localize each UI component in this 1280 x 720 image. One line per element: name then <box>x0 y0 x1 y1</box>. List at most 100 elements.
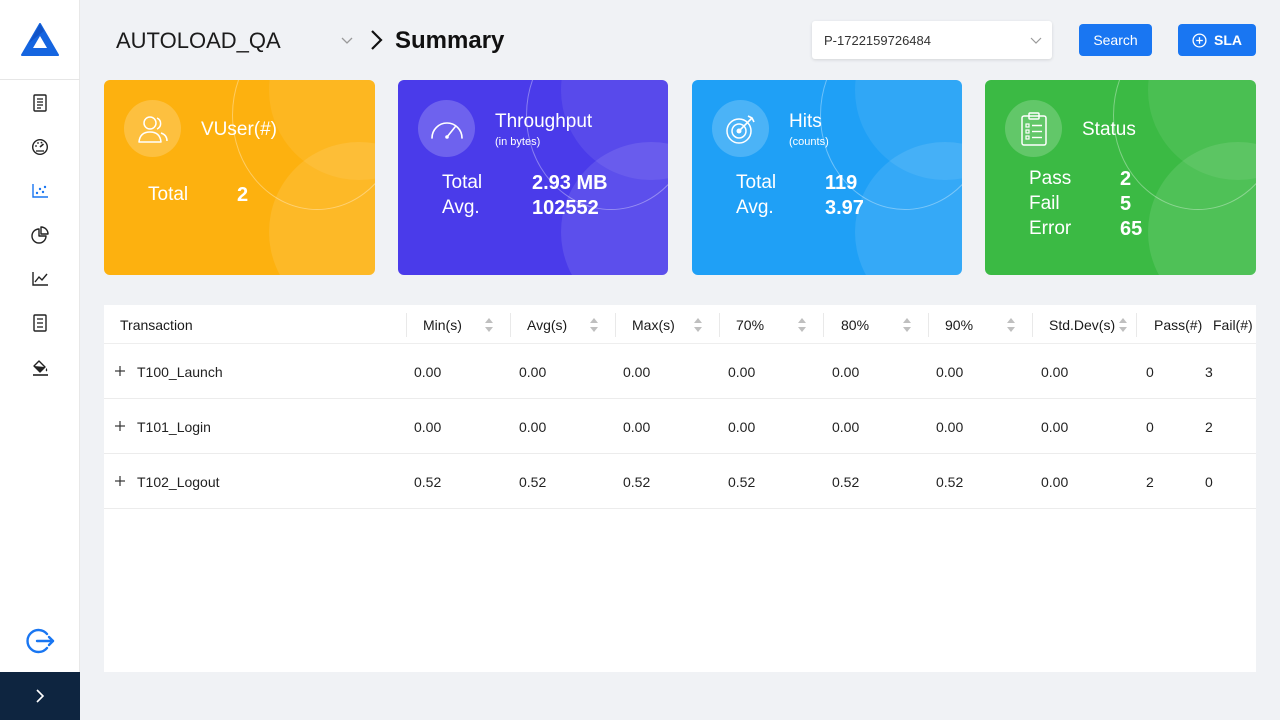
hits-subtitle: (counts) <box>789 136 829 148</box>
sidebar <box>0 0 80 720</box>
sort-icon[interactable] <box>902 317 912 333</box>
cell-p90: 0.00 <box>936 418 964 435</box>
col-fail[interactable]: Fail(#) <box>1213 305 1253 344</box>
sidebar-expand-button[interactable] <box>0 672 80 720</box>
sidebar-item-line[interactable] <box>28 267 52 291</box>
run-id-value: P-1722159726484 <box>824 32 931 48</box>
dashboard-gauge-icon <box>31 138 49 156</box>
cell-p90: 0.00 <box>936 363 964 380</box>
chevron-right-icon <box>36 689 45 703</box>
sidebar-item-scatter[interactable] <box>28 179 52 203</box>
status-error-label: Error <box>1029 218 1072 239</box>
scatter-chart-icon <box>32 184 48 198</box>
cell-max: 0.52 <box>623 473 651 490</box>
cell-pass: 2 <box>1146 473 1154 490</box>
users-icon <box>124 100 181 157</box>
col-p70[interactable]: 70% <box>736 305 764 344</box>
table-row[interactable]: T100_Launch 0.00 0.00 0.00 0.00 0.00 0.0… <box>104 344 1256 399</box>
plus-circle-icon <box>1192 32 1207 48</box>
cell-p70: 0.52 <box>728 473 756 490</box>
col-pass[interactable]: Pass(#) <box>1154 305 1202 344</box>
hits-total-label: Total <box>736 172 777 193</box>
cell-transaction: T102_Logout <box>137 473 220 490</box>
sidebar-item-theme[interactable] <box>28 355 52 379</box>
sidebar-item-dashboard[interactable] <box>28 135 52 159</box>
transactions-table: Transaction Min(s) Avg(s) Max(s) 70% 80%… <box>104 305 1256 672</box>
sidebar-item-document[interactable] <box>28 311 52 335</box>
throughput-subtitle: (in bytes) <box>495 136 541 148</box>
logout-icon <box>26 628 55 654</box>
sidebar-item-pie[interactable] <box>28 223 52 247</box>
sort-icon[interactable] <box>484 317 494 333</box>
cell-min: 0.00 <box>414 418 442 435</box>
sort-icon[interactable] <box>589 317 599 333</box>
status-title: Status <box>1082 119 1136 140</box>
expand-plus-icon[interactable] <box>114 420 126 432</box>
logout-button[interactable] <box>24 624 56 658</box>
col-stddev[interactable]: Std.Dev(s) <box>1049 305 1115 344</box>
cell-pass: 0 <box>1146 418 1154 435</box>
col-avg[interactable]: Avg(s) <box>527 305 567 344</box>
cell-min: 0.52 <box>414 473 442 490</box>
col-p90[interactable]: 90% <box>945 305 973 344</box>
sidebar-item-report[interactable] <box>28 91 52 115</box>
cell-transaction: T100_Launch <box>137 363 223 380</box>
paint-bucket-icon <box>33 360 48 376</box>
col-max[interactable]: Max(s) <box>632 305 675 344</box>
status-pass-label: Pass <box>1029 168 1072 189</box>
hits-card: Hits (counts) Total 119 Avg. 3.97 <box>692 80 962 275</box>
status-fail-label: Fail <box>1029 193 1060 214</box>
app-logo[interactable] <box>0 0 80 80</box>
cell-fail: 0 <box>1205 473 1213 490</box>
status-fail-value: 5 <box>1120 193 1132 215</box>
cell-min: 0.00 <box>414 363 442 380</box>
vuser-title: VUser(#) <box>201 119 278 140</box>
status-error-value: 65 <box>1120 218 1143 240</box>
table-row[interactable]: T102_Logout 0.52 0.52 0.52 0.52 0.52 0.5… <box>104 454 1256 509</box>
throughput-avg-label: Avg. <box>442 197 480 218</box>
sort-icon[interactable] <box>693 317 703 333</box>
speedometer-icon <box>418 100 475 157</box>
col-p80[interactable]: 80% <box>841 305 869 344</box>
throughput-total-label: Total <box>442 172 483 193</box>
clipboard-checklist-icon <box>1005 100 1062 157</box>
status-pass-value: 2 <box>1120 168 1132 190</box>
logo-icon <box>21 22 59 56</box>
cell-avg: 0.00 <box>519 418 547 435</box>
sla-button-label: SLA <box>1214 32 1242 48</box>
table-row[interactable]: T101_Login 0.00 0.00 0.00 0.00 0.00 0.00… <box>104 399 1256 454</box>
cell-max: 0.00 <box>623 418 651 435</box>
cell-stddev: 0.00 <box>1041 363 1069 380</box>
project-selector[interactable]: AUTOLOAD_QA <box>116 28 281 54</box>
cell-transaction: T101_Login <box>137 418 211 435</box>
chevron-down-icon <box>1030 37 1042 44</box>
table-header: Transaction Min(s) Avg(s) Max(s) 70% 80%… <box>104 305 1256 344</box>
sort-icon[interactable] <box>1006 317 1016 333</box>
chevron-down-icon[interactable] <box>340 33 354 47</box>
col-min[interactable]: Min(s) <box>423 305 462 344</box>
run-id-select[interactable]: P-1722159726484 <box>812 21 1052 59</box>
cell-p80: 0.00 <box>832 363 860 380</box>
target-icon <box>712 100 769 157</box>
sla-button[interactable]: SLA <box>1178 24 1256 56</box>
sort-icon[interactable] <box>797 317 807 333</box>
cell-p90: 0.52 <box>936 473 964 490</box>
cell-pass: 0 <box>1146 363 1154 380</box>
sort-icon[interactable] <box>1118 317 1128 333</box>
cell-fail: 2 <box>1205 418 1213 435</box>
hits-title: Hits <box>789 111 822 132</box>
breadcrumb-arrow-icon <box>371 30 383 50</box>
hits-avg-value: 3.97 <box>825 197 864 219</box>
throughput-title: Throughput <box>495 111 593 132</box>
cell-stddev: 0.00 <box>1041 418 1069 435</box>
report-icon <box>33 94 47 112</box>
expand-plus-icon[interactable] <box>114 475 126 487</box>
throughput-avg-value: 102552 <box>532 197 599 219</box>
cell-p80: 0.00 <box>832 418 860 435</box>
search-button[interactable]: Search <box>1079 24 1152 56</box>
page-title: Summary <box>395 27 505 54</box>
vuser-card: VUser(#) Total 2 <box>104 80 375 275</box>
expand-plus-icon[interactable] <box>114 365 126 377</box>
col-transaction[interactable]: Transaction <box>120 305 193 344</box>
line-chart-icon <box>32 272 48 286</box>
